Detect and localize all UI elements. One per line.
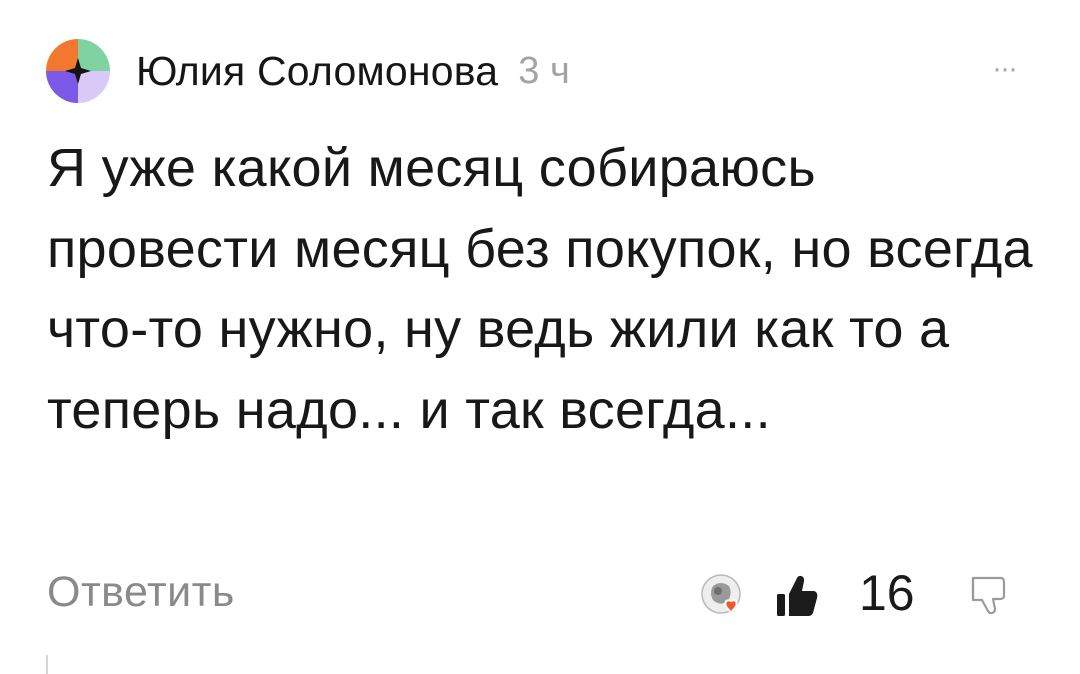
author-name[interactable]: Юлия Соломонова [136, 48, 498, 95]
more-options-icon[interactable]: ··· [992, 54, 1018, 84]
avatar-quadrant-icon [46, 39, 110, 103]
comment-time: 3 ч [518, 49, 570, 92]
dislike-button[interactable] [969, 572, 1009, 620]
thread-line [46, 655, 48, 674]
comment-card: Юлия Соломонова 3 ч ··· Я уже какой меся… [0, 0, 1080, 674]
thumbs-up-icon [777, 575, 818, 616]
author-avatar[interactable] [46, 39, 110, 103]
thumbs-down-icon [971, 576, 1006, 615]
reactions-avatar-icon[interactable] [699, 572, 751, 624]
comment-footer: Ответить 16 [47, 560, 1017, 632]
comment-text: Я уже какой месяц собираюсь провести мес… [47, 138, 1033, 440]
like-button[interactable] [775, 572, 819, 620]
comment-header: Юлия Соломонова 3 ч ··· [46, 36, 1036, 106]
reply-button[interactable]: Ответить [47, 568, 235, 617]
like-count: 16 [859, 565, 915, 621]
